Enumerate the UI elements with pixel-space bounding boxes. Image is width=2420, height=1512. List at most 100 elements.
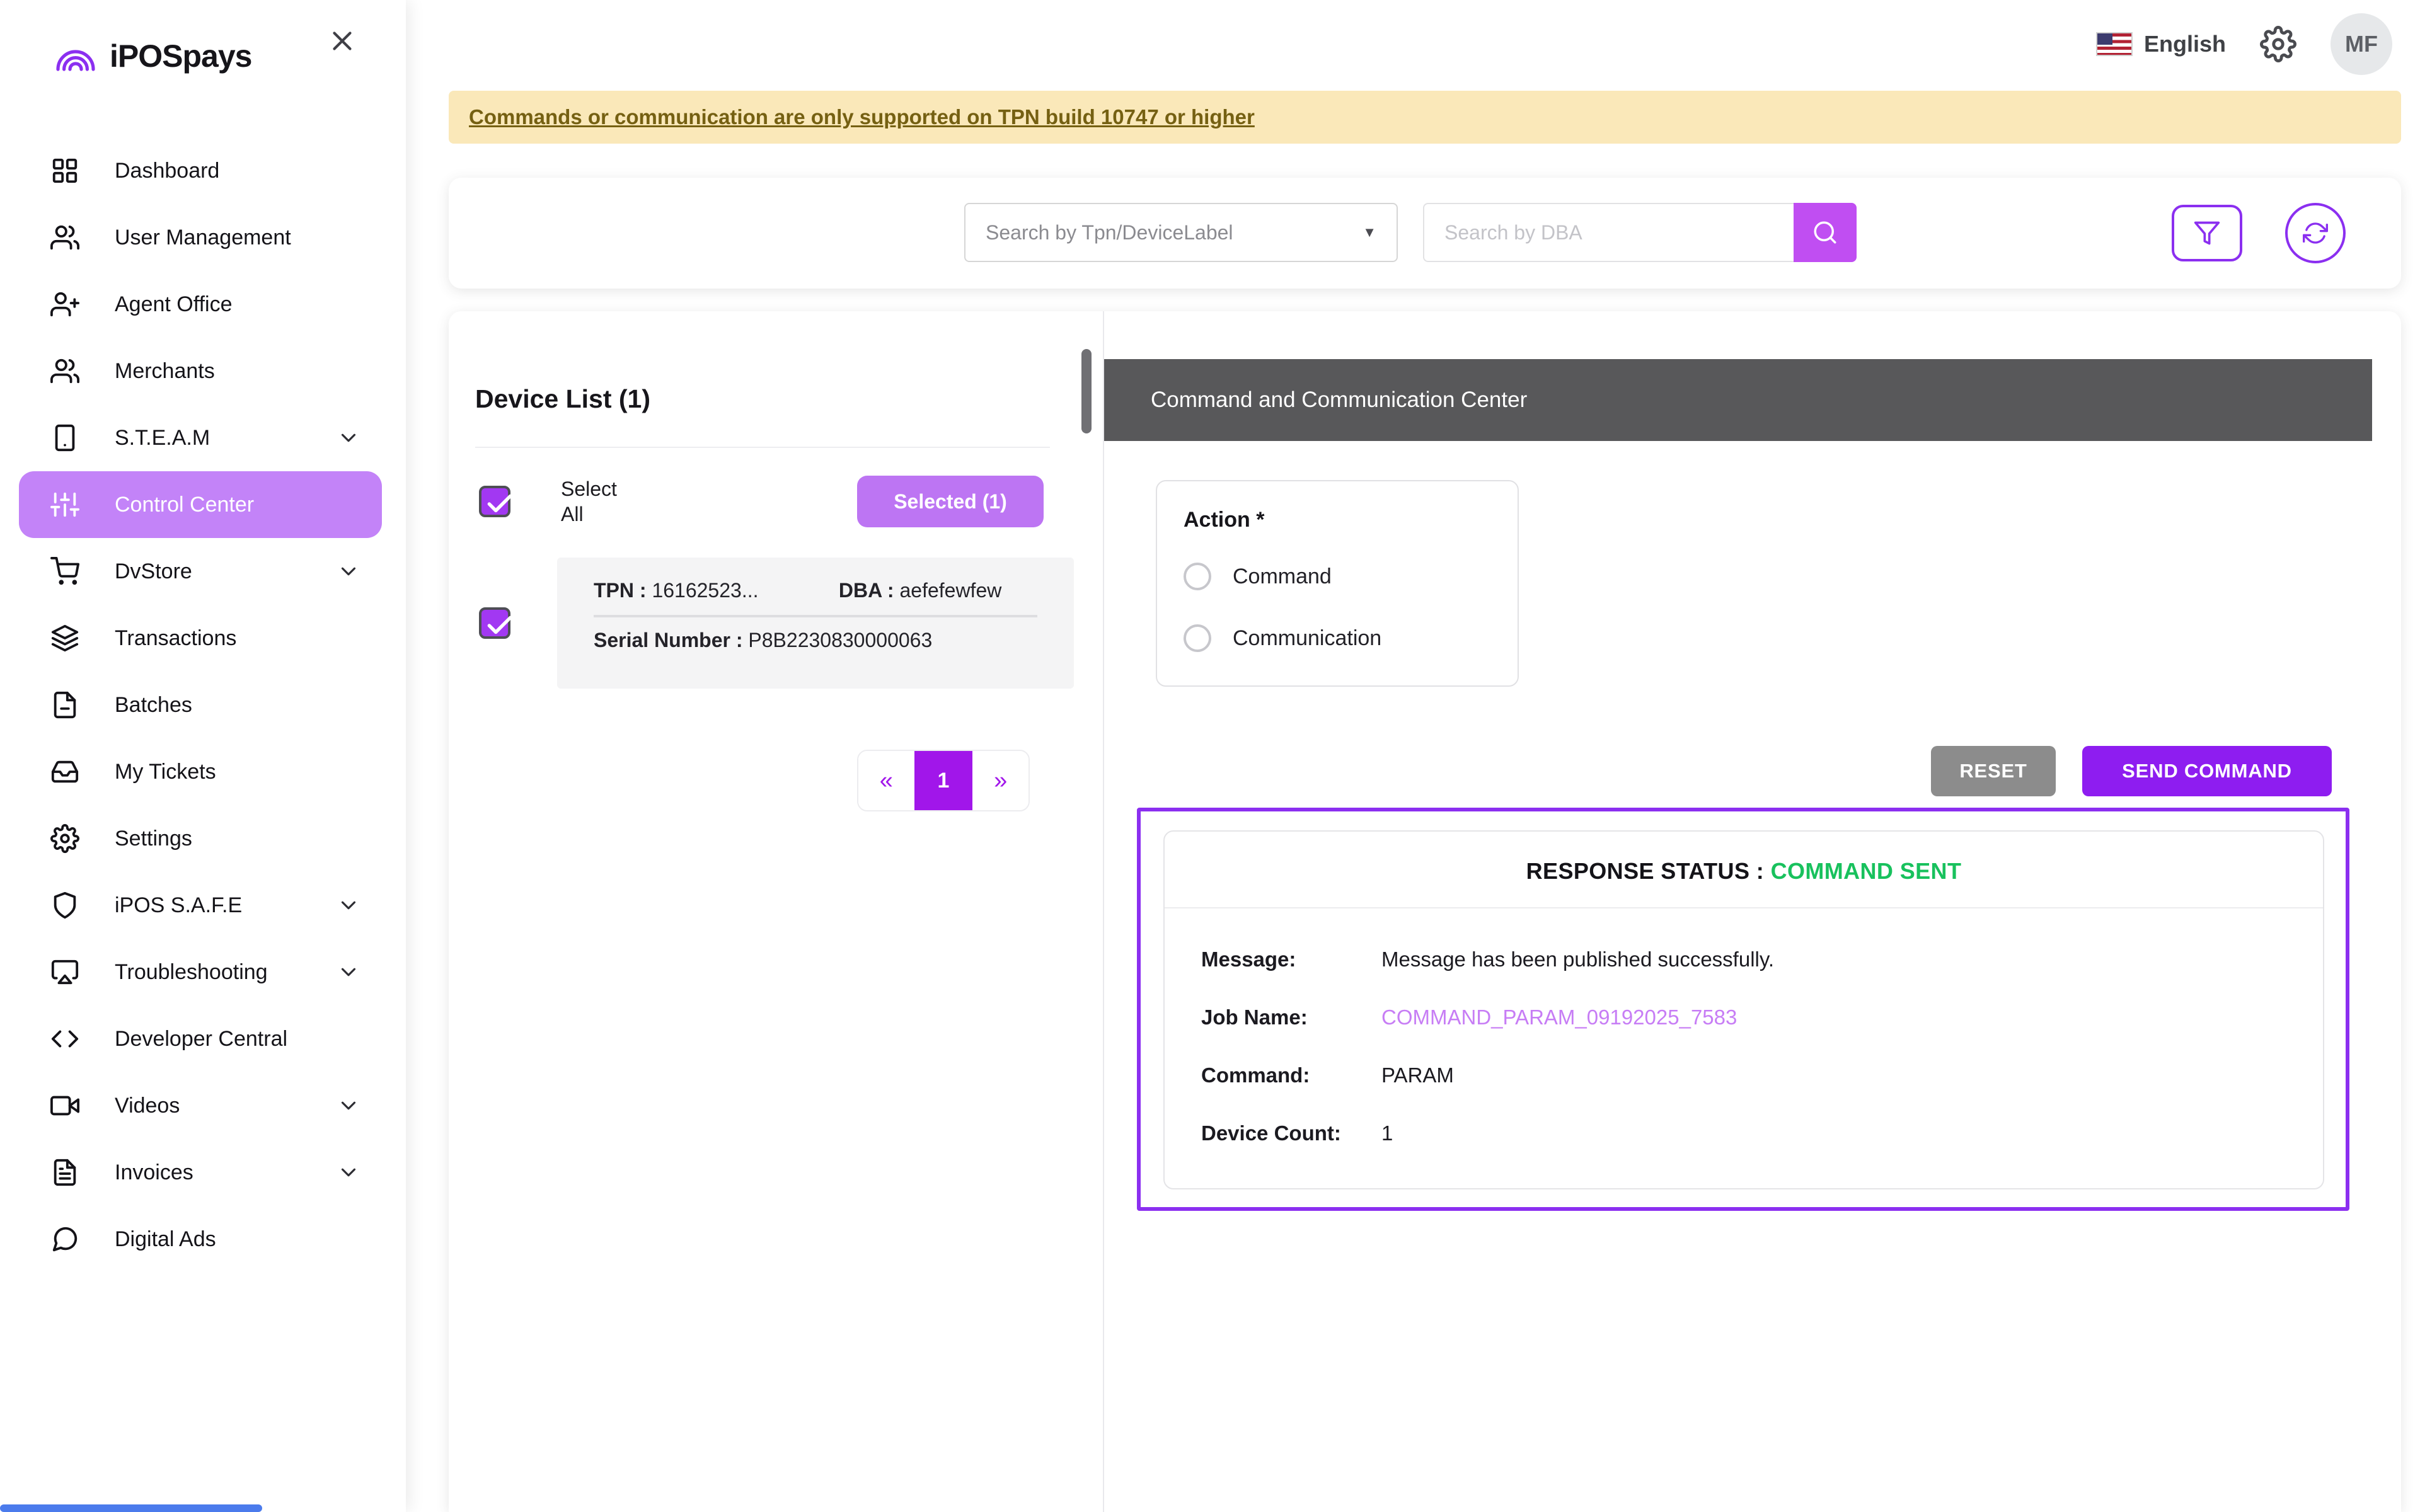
dba-search-group <box>1423 203 1857 262</box>
search-button[interactable] <box>1794 203 1857 262</box>
video-icon <box>50 1091 79 1120</box>
sidebar-item-agent-office[interactable]: Agent Office <box>0 271 406 338</box>
grid-icon <box>50 156 79 185</box>
job-name-link[interactable]: COMMAND_PARAM_09192025_7583 <box>1381 1005 1737 1029</box>
sidebar-item-my-tickets[interactable]: My Tickets <box>0 738 406 805</box>
users-icon <box>50 357 79 386</box>
brand-rainbow-logo-icon <box>53 39 98 73</box>
language-selector[interactable]: English <box>2097 31 2226 57</box>
sidebar-item-invoices[interactable]: Invoices <box>0 1139 406 1206</box>
sidebar-item-label: My Tickets <box>115 760 216 784</box>
divider <box>475 447 1050 448</box>
pagination-prev-button[interactable]: « <box>858 751 914 810</box>
divider <box>594 615 1037 617</box>
avatar-initials: MF <box>2345 31 2378 57</box>
response-status-title: RESPONSE STATUS : COMMAND SENT <box>1165 858 2323 885</box>
sidebar-nav: Dashboard User Management Agent Office Merc… <box>0 137 406 1273</box>
device-list-scrollbar-thumb[interactable] <box>1081 349 1092 433</box>
sidebar-item-digital-ads[interactable]: Digital Ads <box>0 1206 406 1273</box>
sidebar-item-label: Troubleshooting <box>115 960 268 985</box>
sidebar-item-ipos-s-a-f-e[interactable]: iPOS S.A.F.E <box>0 872 406 939</box>
radio-circle-icon <box>1184 624 1211 652</box>
select-all-label: Select All <box>561 476 617 527</box>
sidebar-item-user-management[interactable]: User Management <box>0 204 406 271</box>
command-actions-row: RESET SEND COMMAND <box>1104 746 2332 796</box>
sidebar-item-label: User Management <box>115 226 291 250</box>
horizontal-scrollbar-thumb[interactable] <box>0 1504 262 1512</box>
radio-command[interactable]: Command <box>1184 563 1518 590</box>
content-card: Device List (1) Select All Selected (1) … <box>449 311 2401 1512</box>
pagination-page-1-button[interactable]: 1 <box>914 751 973 810</box>
check-icon <box>484 488 516 520</box>
layers-icon <box>50 624 79 653</box>
main-content: English MF Commands or communication are… <box>406 0 2420 1512</box>
response-row-device-count: Device Count: 1 <box>1201 1121 2323 1145</box>
sidebar-item-label: S.T.E.A.M <box>115 426 210 450</box>
caret-down-icon: ▼ <box>1363 224 1376 241</box>
device-tpn-dba-line: TPN : 16162523... DBA : aefefewfew <box>594 579 1074 602</box>
user-plus-icon <box>50 290 79 319</box>
chevron-down-icon <box>337 1160 360 1184</box>
response-row-job-name: Job Name: COMMAND_PARAM_09192025_7583 <box>1201 1005 2323 1029</box>
brand-name: iPOSpays <box>110 38 251 74</box>
search-toolbar: Search by Tpn/DeviceLabel ▼ <box>449 178 2401 289</box>
file-text-icon <box>50 1158 79 1187</box>
sidebar-item-dvstore[interactable]: DvStore <box>0 538 406 605</box>
radio-circle-icon <box>1184 563 1211 590</box>
sidebar-item-label: Merchants <box>115 359 215 384</box>
response-row-command: Command: PARAM <box>1201 1063 2323 1087</box>
dba-search-input[interactable] <box>1423 203 1794 262</box>
sidebar-item-dashboard[interactable]: Dashboard <box>0 137 406 204</box>
monitor-alert-icon <box>50 958 79 987</box>
sidebar-item-batches[interactable]: Batches <box>0 672 406 738</box>
sidebar-item-label: Transactions <box>115 626 236 651</box>
sidebar-item-settings[interactable]: Settings <box>0 805 406 872</box>
refresh-button[interactable] <box>2285 203 2346 263</box>
sidebar-item-label: Settings <box>115 827 192 851</box>
us-flag-icon <box>2097 33 2131 55</box>
response-card: RESPONSE STATUS : COMMAND SENT Message: … <box>1163 830 2324 1189</box>
check-icon <box>484 610 516 641</box>
sidebar-item-s-t-e-a-m[interactable]: S.T.E.A.M <box>0 404 406 471</box>
device-card[interactable]: TPN : 16162523... DBA : aefefewfew Seria… <box>557 558 1074 689</box>
chevron-down-icon <box>337 559 360 583</box>
search-type-dropdown[interactable]: Search by Tpn/DeviceLabel ▼ <box>964 203 1398 262</box>
device-list-title: Device List (1) <box>475 384 1103 414</box>
selected-count-button[interactable]: Selected (1) <box>857 476 1044 527</box>
sidebar-item-merchants[interactable]: Merchants <box>0 338 406 404</box>
device-checkbox[interactable] <box>479 607 510 639</box>
avatar[interactable]: MF <box>2331 13 2392 75</box>
sidebar-item-control-center[interactable]: Control Center <box>19 471 382 538</box>
response-row-message: Message: Message has been published succ… <box>1201 948 2323 971</box>
radio-communication[interactable]: Communication <box>1184 624 1518 652</box>
filter-button[interactable] <box>2172 205 2242 261</box>
app-root: iPOSpays Dashboard User Management Agent O… <box>0 0 2420 1512</box>
select-all-checkbox[interactable] <box>479 486 510 517</box>
code-icon <box>50 1024 79 1053</box>
action-label: Action * <box>1184 508 1518 532</box>
settings-gear-button[interactable] <box>2260 26 2296 62</box>
message-circle-icon <box>50 1225 79 1254</box>
send-command-button[interactable]: SEND COMMAND <box>2082 746 2332 796</box>
sidebar-item-transactions[interactable]: Transactions <box>0 605 406 672</box>
topbar: English MF <box>406 0 2420 81</box>
inbox-icon <box>50 757 79 786</box>
sidebar-item-label: Agent Office <box>115 292 233 317</box>
sidebar-item-videos[interactable]: Videos <box>0 1072 406 1139</box>
command-panel: Command and Communication Center Action … <box>1104 311 2401 1512</box>
users-icon <box>50 223 79 252</box>
close-sidebar-button[interactable] <box>326 25 358 61</box>
reset-button[interactable]: RESET <box>1931 746 2056 796</box>
file-minus-icon <box>50 690 79 719</box>
pagination: « 1 » <box>857 750 1030 811</box>
banner-link[interactable]: Commands or communication are only suppo… <box>469 105 1255 129</box>
search-icon <box>1812 219 1838 246</box>
response-panel: RESPONSE STATUS : COMMAND SENT Message: … <box>1137 808 2349 1211</box>
close-icon <box>326 25 358 57</box>
command-center-header: Command and Communication Center <box>1104 359 2372 441</box>
sidebar-item-label: Videos <box>115 1094 180 1118</box>
pagination-next-button[interactable]: » <box>972 751 1028 810</box>
sidebar-item-developer-central[interactable]: Developer Central <box>0 1005 406 1072</box>
sidebar-item-troubleshooting[interactable]: Troubleshooting <box>0 939 406 1005</box>
toolbar-right <box>2172 203 2346 263</box>
